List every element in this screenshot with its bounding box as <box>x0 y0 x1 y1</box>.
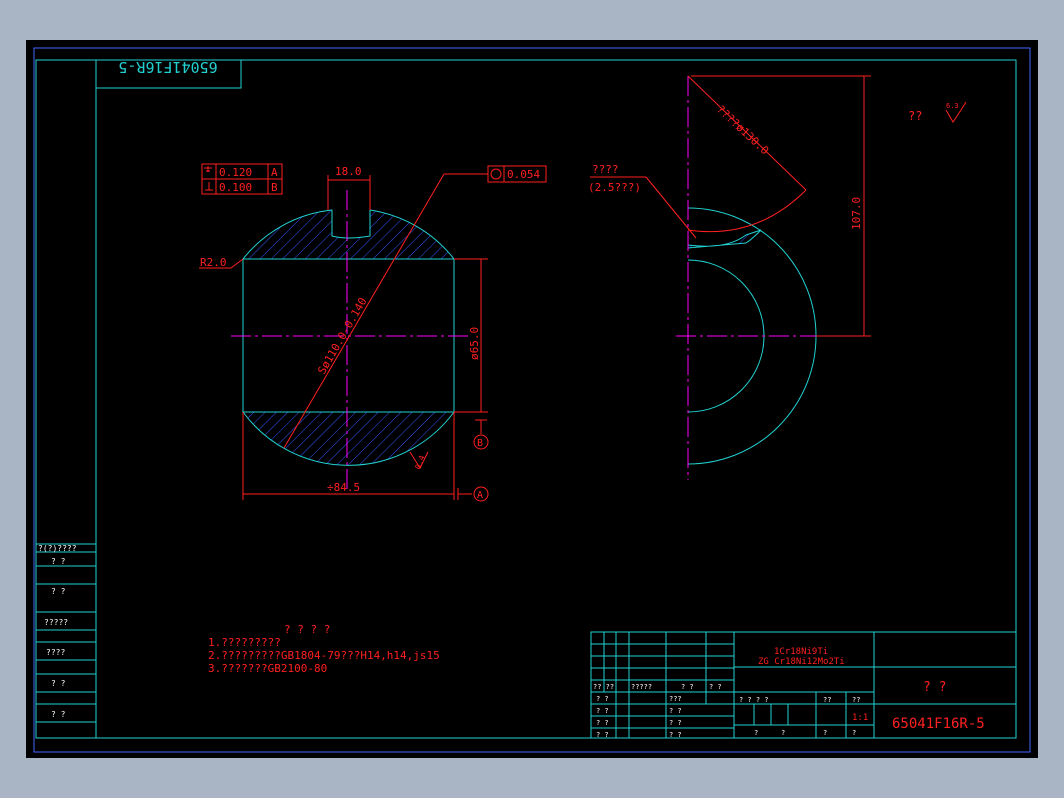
side-note-top: ???? <box>592 163 619 176</box>
fillet-label: R2.0 <box>200 256 227 269</box>
cad-drawing: 65041F16R-5 ?(?)???? ? ? ? ? ????? ???? … <box>33 47 1031 753</box>
datum-a: A <box>477 490 483 501</box>
side-view <box>676 76 866 480</box>
roundness-value: 0.054 <box>507 168 540 181</box>
svg-text:3.???????GB2100-80: 3.???????GB2100-80 <box>208 662 327 675</box>
slot-width: 18.0 <box>335 165 362 178</box>
svg-text:? ?: ? ? <box>596 731 609 739</box>
svg-text:?: ? <box>754 729 758 737</box>
svg-text:6.3: 6.3 <box>946 102 959 110</box>
left-strip-label: ? ? <box>51 557 66 566</box>
svg-text:?: ? <box>852 729 856 737</box>
left-strip-label: ????? <box>44 618 68 627</box>
svg-text:? ?: ? ? <box>681 683 694 691</box>
svg-text:??: ?? <box>908 109 922 123</box>
left-strip-label: ? ? <box>51 587 66 596</box>
perp-value: 0.100 <box>219 181 252 194</box>
svg-text:? ?: ? ? <box>596 695 609 703</box>
flatness-datum: A <box>271 166 278 179</box>
perpendicular-icon <box>205 182 213 191</box>
svg-text:? ?: ? ? <box>669 719 682 727</box>
drawing-number: 65041F16R-5 <box>892 716 985 732</box>
svg-text:?: ? <box>823 729 827 737</box>
svg-text:? ? ? ?: ? ? ? ? <box>739 696 769 704</box>
flatness-icon <box>204 166 212 172</box>
svg-text:? ?: ? ? <box>596 719 609 727</box>
side-height: 107.0 <box>850 197 863 230</box>
svg-text:??: ?? <box>852 696 860 704</box>
svg-text:2.?????????GB1804-79???H14,h14: 2.?????????GB1804-79???H14,h14,js15 <box>208 649 440 662</box>
outer-border <box>33 47 1031 753</box>
side-note-bottom: (2.5???) <box>588 181 641 194</box>
left-strip <box>35 543 97 739</box>
corner-roughness: ?? 6.3 <box>908 101 967 123</box>
side-dia: ????ø130.0 <box>714 103 771 158</box>
material-1: 1Cr18Ni9Ti <box>774 647 828 657</box>
roughness-side: 0.4 <box>413 454 426 471</box>
flatness-value: 0.120 <box>219 166 252 179</box>
left-strip-label: ???? <box>46 648 65 657</box>
svg-text:? ? ? ?: ? ? ? ? <box>284 623 330 636</box>
svg-text:?????: ????? <box>631 683 652 691</box>
width-label: ÷84.5 <box>327 481 360 494</box>
material-2: ZG Cr18Ni12Mo2Ti <box>758 657 845 667</box>
bore-dia: ø65.0 <box>468 327 481 360</box>
scale-value: 1:1 <box>852 713 868 723</box>
left-strip-label: ?(?)???? <box>38 544 77 553</box>
part-name: ? ? <box>923 680 946 695</box>
datum-b: B <box>477 438 483 449</box>
svg-text:???: ??? <box>669 695 682 703</box>
svg-text:? ?: ? ? <box>669 731 682 739</box>
perp-datum: B <box>271 181 278 194</box>
svg-text:? ?: ? ? <box>596 707 609 715</box>
rotated-title: 65041F16R-5 <box>118 58 217 76</box>
left-strip-label: ? ? <box>51 710 66 719</box>
svg-text:?? ??: ?? ?? <box>593 683 614 691</box>
svg-text:? ?: ? ? <box>709 683 722 691</box>
svg-text:?: ? <box>781 729 785 737</box>
inner-border <box>35 59 1017 739</box>
technical-notes: ? ? ? ? 1.????????? 2.?????????GB1804-79… <box>208 623 440 675</box>
drawing-sheet: 65041F16R-5 ?(?)???? ? ? ? ? ????? ???? … <box>26 40 1038 758</box>
svg-text:1.?????????: 1.????????? <box>208 636 281 649</box>
top-hatch <box>241 209 456 260</box>
left-strip-label: ? ? <box>51 679 66 688</box>
svg-text:? ?: ? ? <box>669 707 682 715</box>
tolerance-frames <box>201 163 547 195</box>
svg-text:??: ?? <box>823 696 831 704</box>
